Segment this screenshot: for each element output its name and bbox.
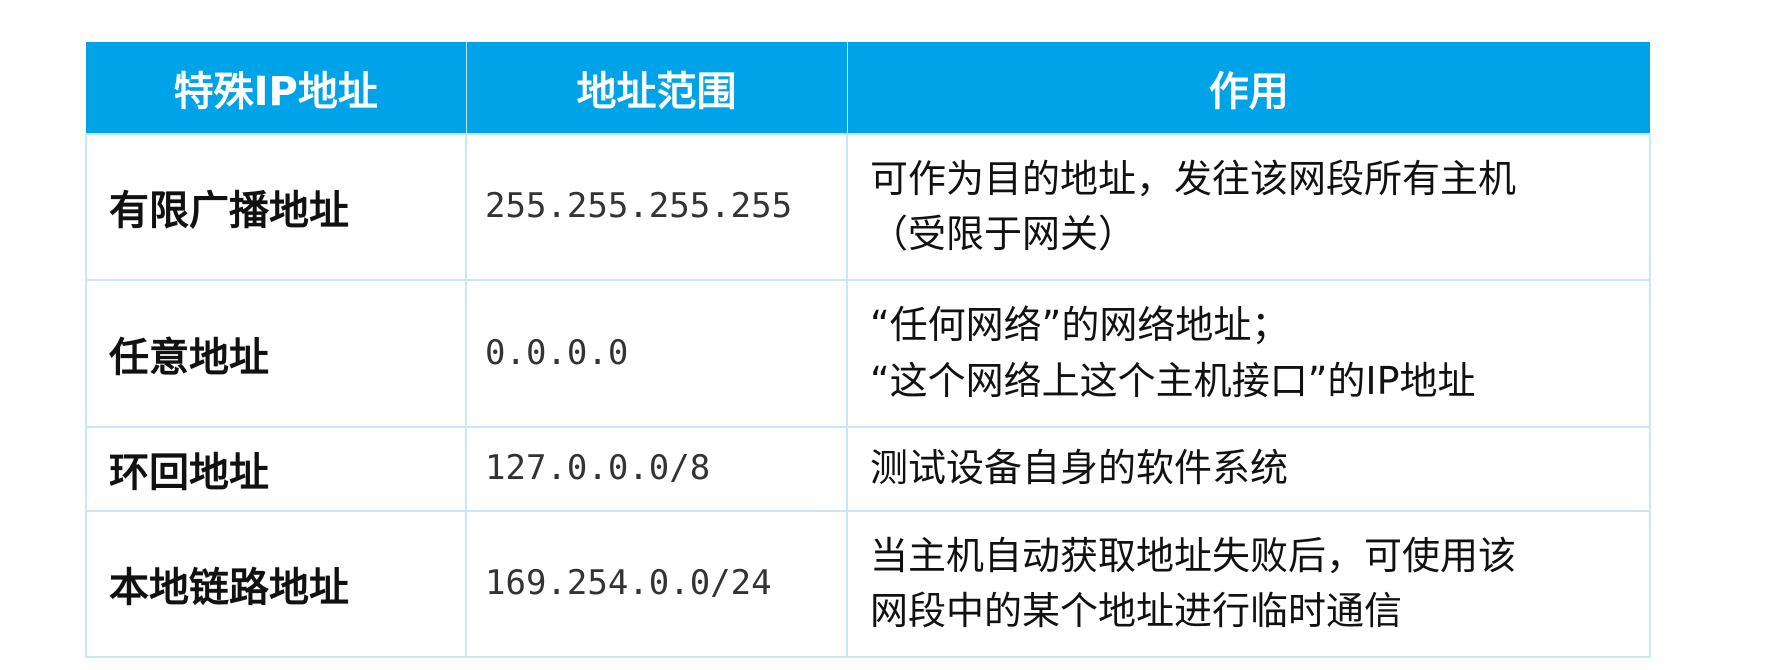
row-name-link-local: 本地链路地址	[85, 510, 467, 658]
row-name-limited-broadcast: 有限广播地址	[85, 133, 467, 281]
row-range-any-address: 0.0.0.0	[465, 279, 848, 428]
table-header: 特殊IP地址 地址范围 作用	[86, 42, 1650, 134]
usage-line: 当主机自动获取地址失败后，可使用该	[870, 533, 1517, 578]
row-name-loopback: 环回地址	[85, 426, 467, 512]
row-range-limited-broadcast: 255.255.255.255	[465, 133, 848, 281]
row-range-loopback: 127.0.0.0/8	[465, 426, 848, 512]
row-range-link-local: 169.254.0.0/24	[465, 510, 848, 658]
table-row: 有限广播地址 255.255.255.255 可作为目的地址，发往该网段所有主机…	[85, 133, 1651, 281]
table-body: 有限广播地址 255.255.255.255 可作为目的地址，发往该网段所有主机…	[85, 133, 1651, 658]
special-ip-table: 特殊IP地址 地址范围 作用 有限广播地址 255.255.255.255 可作…	[85, 42, 1651, 658]
usage-line: （受限于网关）	[870, 212, 1137, 256]
header-row: 特殊IP地址 地址范围 作用	[86, 42, 1650, 134]
usage-line: “这个网络上这个主机接口”的IP地址	[870, 358, 1476, 403]
row-usage-any-address: “任何网络”的网络地址； “这个网络上这个主机接口”的IP地址	[846, 279, 1651, 428]
header-address-range: 地址范围	[466, 42, 848, 134]
table-row: 任意地址 0.0.0.0 “任何网络”的网络地址； “这个网络上这个主机接口”的…	[85, 279, 1651, 428]
usage-line: 测试设备自身的软件系统	[870, 446, 1289, 491]
row-usage-limited-broadcast: 可作为目的地址，发往该网段所有主机 （受限于网关）	[846, 133, 1651, 281]
usage-line: 可作为目的地址，发往该网段所有主机	[870, 156, 1517, 201]
special-ip-table-container: 特殊IP地址 地址范围 作用 有限广播地址 255.255.255.255 可作…	[85, 42, 1651, 658]
row-usage-loopback: 测试设备自身的软件系统	[846, 426, 1651, 512]
table-row: 环回地址 127.0.0.0/8 测试设备自身的软件系统	[85, 426, 1651, 512]
usage-line: “任何网络”的网络地址；	[870, 303, 1290, 348]
header-usage: 作用	[847, 42, 1650, 134]
table-row: 本地链路地址 169.254.0.0/24 当主机自动获取地址失败后，可使用该 …	[85, 510, 1651, 658]
usage-line: 网段中的某个地址进行临时通信	[870, 589, 1403, 633]
row-name-any-address: 任意地址	[85, 279, 467, 428]
row-usage-link-local: 当主机自动获取地址失败后，可使用该 网段中的某个地址进行临时通信	[846, 510, 1651, 658]
header-special-ip: 特殊IP地址	[86, 42, 467, 134]
